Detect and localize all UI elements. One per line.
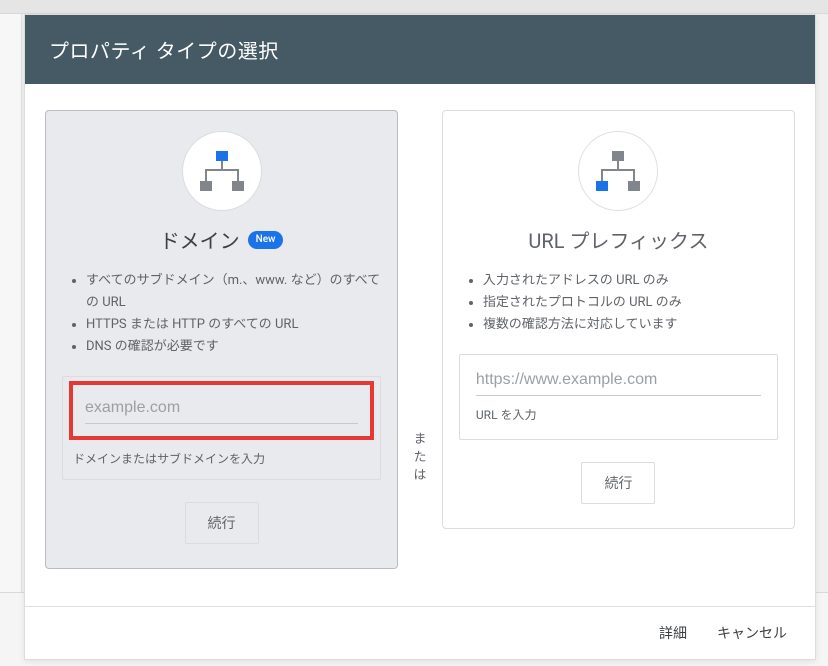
- property-card-url-prefix[interactable]: URL プレフィックス 入力されたアドレスの URL のみ 指定されたプロトコル…: [442, 110, 795, 529]
- domain-feature-list: すべてのサブドメイン（m.、www. など）のすべての URL HTTPS また…: [62, 270, 381, 358]
- feature-item: すべてのサブドメイン（m.、www. など）のすべての URL: [86, 270, 381, 314]
- domain-input-helper: ドメインまたはサブドメインを入力: [73, 450, 370, 467]
- feature-item: DNS の確認が必要です: [86, 336, 381, 358]
- domain-card-title: ドメイン: [160, 225, 240, 254]
- hierarchy-icon: [200, 151, 244, 191]
- prefix-input-helper: URL を入力: [476, 406, 761, 423]
- divider-or: または: [408, 431, 432, 486]
- prefix-icon-circle: [578, 131, 658, 211]
- feature-item: 入力されたアドレスの URL のみ: [483, 270, 778, 292]
- cancel-button[interactable]: キャンセル: [717, 623, 787, 643]
- domain-icon-circle: [182, 131, 262, 211]
- modal-content: ドメイン New すべてのサブドメイン（m.、www. など）のすべての URL…: [25, 84, 815, 606]
- domain-input-wrap: ドメインまたはサブドメインを入力: [62, 376, 381, 480]
- prefix-input[interactable]: [476, 367, 761, 396]
- modal-footer: 詳細 キャンセル: [25, 606, 815, 659]
- feature-item: 複数の確認方法に対応しています: [483, 314, 778, 336]
- domain-input[interactable]: [85, 395, 358, 424]
- feature-item: HTTPS または HTTP のすべての URL: [86, 314, 381, 336]
- domain-continue-button[interactable]: 続行: [185, 502, 259, 544]
- modal-title: プロパティ タイプの選択: [25, 15, 815, 84]
- property-card-domain[interactable]: ドメイン New すべてのサブドメイン（m.、www. など）のすべての URL…: [45, 110, 398, 569]
- new-badge: New: [248, 231, 284, 249]
- feature-item: 指定されたプロトコルの URL のみ: [483, 292, 778, 314]
- prefix-input-wrap: URL を入力: [459, 354, 778, 440]
- details-button[interactable]: 詳細: [659, 623, 687, 643]
- prefix-feature-list: 入力されたアドレスの URL のみ 指定されたプロトコルの URL のみ 複数の…: [459, 270, 778, 336]
- background-sidebar: [0, 14, 22, 666]
- prefix-continue-button[interactable]: 続行: [581, 462, 655, 504]
- prefix-card-title: URL プレフィックス: [528, 225, 708, 254]
- background-topbar: [0, 0, 828, 14]
- highlight-box: [69, 381, 374, 440]
- property-type-modal: プロパティ タイプの選択 ドメイン New すべてのサブドメイ: [24, 14, 816, 660]
- hierarchy-icon: [596, 151, 640, 191]
